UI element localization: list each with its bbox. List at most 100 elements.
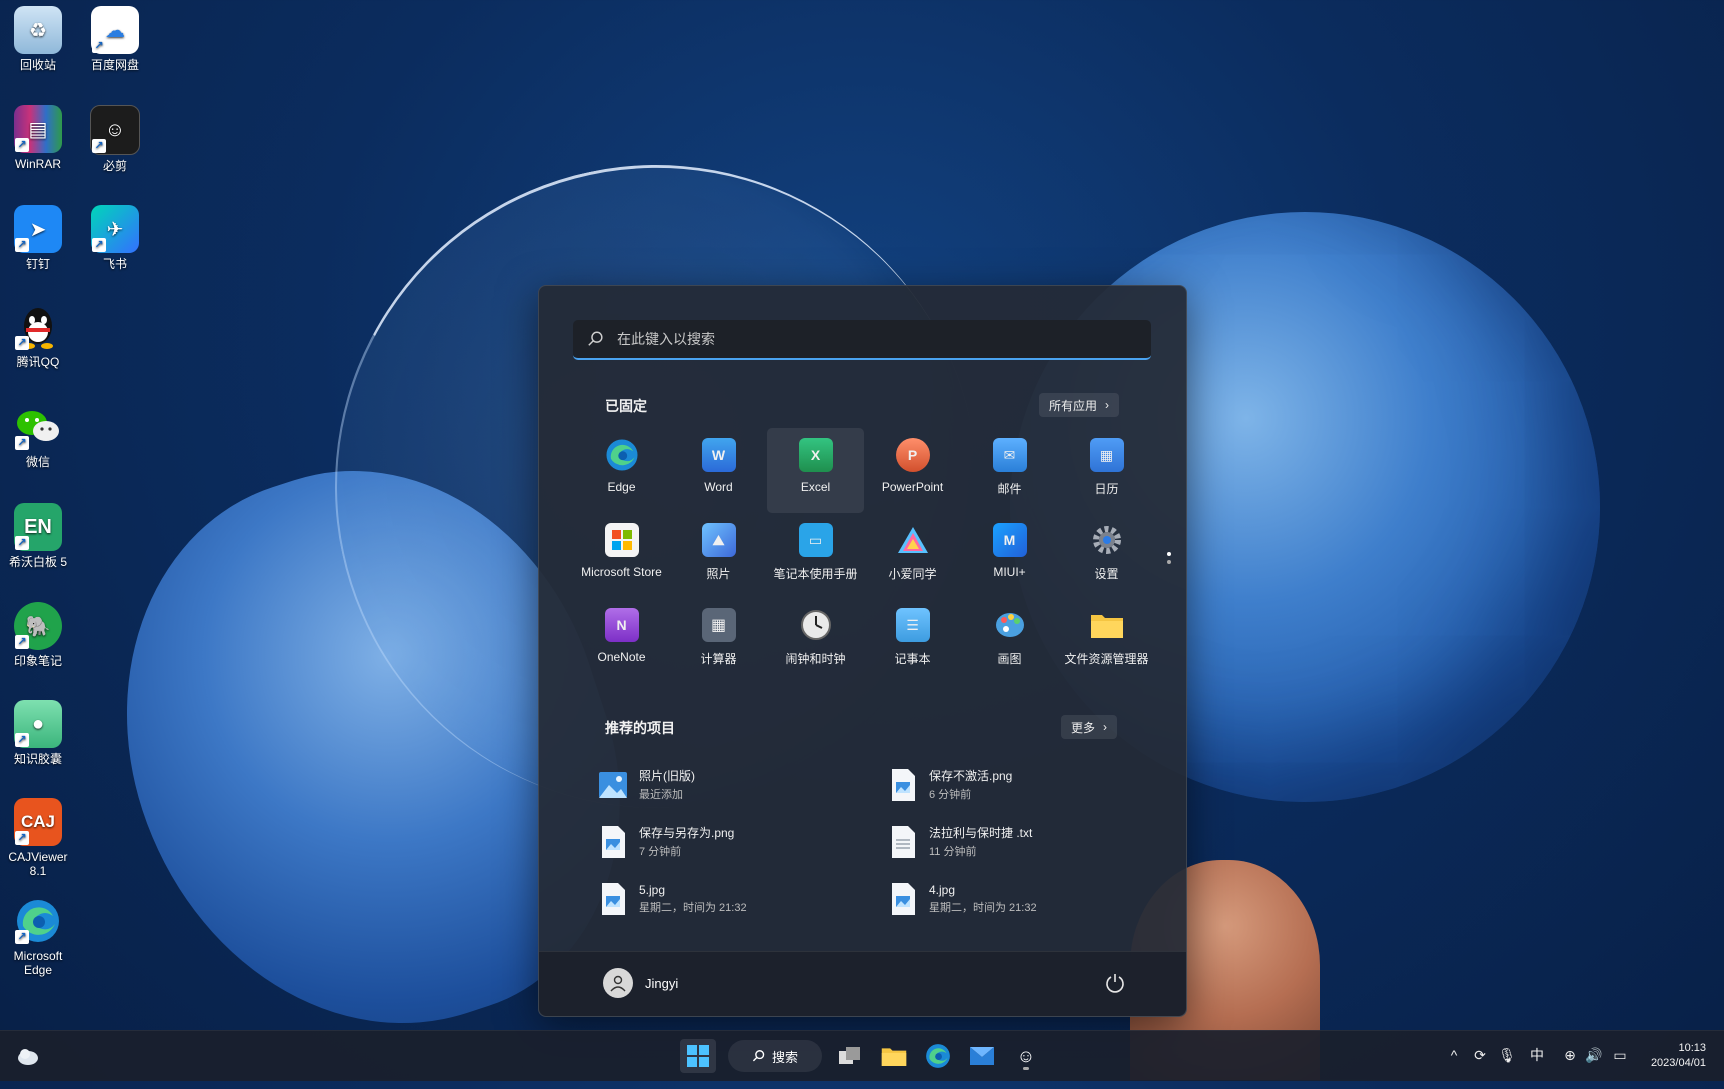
recommended-item-name: 5.jpg xyxy=(639,882,666,897)
pinned-app-miui-plus[interactable]: M MIUI+ xyxy=(961,513,1058,598)
pinned-app-settings[interactable]: 设置 xyxy=(1058,513,1155,598)
desktop-icon-bijian[interactable]: ☺ ↗ 必剪 xyxy=(77,105,153,173)
start-button[interactable] xyxy=(680,1039,716,1073)
recommended-list: 照片(旧版) 最近添加 保存不激活.png 6 分钟前 保存与另存为.png 7 分钟… xyxy=(599,756,1119,927)
battery-icon[interactable]: ▭ xyxy=(1610,1045,1630,1065)
pinned-app-word[interactable]: W Word xyxy=(670,428,767,513)
pinned-app-label: 画图 xyxy=(997,652,1022,666)
pinned-app-label: 小爱同学 xyxy=(888,567,937,581)
taskbar-search-button[interactable]: 搜索 xyxy=(728,1040,822,1072)
desktop-icon-winrar[interactable]: ▤ ↗ WinRAR xyxy=(0,105,76,171)
baidu-netdisk-icon: ☁ ↗ xyxy=(91,6,139,54)
recommended-item[interactable]: 4.jpg 星期二，时间为 21:32 xyxy=(889,870,1119,927)
edge-icon xyxy=(605,438,639,472)
all-apps-button[interactable]: 所有应用 › xyxy=(1039,393,1120,417)
pinned-app-powerpoint[interactable]: P PowerPoint xyxy=(864,428,961,513)
calendar-icon: ▦ xyxy=(1089,438,1124,472)
clock-icon xyxy=(799,608,833,642)
recommended-item-time: 最近添加 xyxy=(639,789,683,801)
pinned-section-title: 已固定 xyxy=(605,398,647,414)
pinned-app-label: 照片 xyxy=(706,567,731,581)
taskbar-file-explorer[interactable] xyxy=(876,1039,912,1073)
page-dot-1[interactable] xyxy=(1167,552,1171,556)
pinned-app-calendar[interactable]: ▦ 日历 xyxy=(1058,428,1155,513)
gear-icon xyxy=(1090,523,1124,557)
calculator-icon: ▦ xyxy=(701,608,736,642)
microphone-icon[interactable]: 🎙 xyxy=(1497,1045,1517,1065)
pinned-app-file-explorer[interactable]: 文件资源管理器 xyxy=(1058,598,1155,683)
photos-icon: ⛰ xyxy=(701,523,736,557)
edge-icon: ↗ xyxy=(14,897,62,945)
pinned-app-clock[interactable]: 闹钟和时钟 xyxy=(767,598,864,683)
task-view-button[interactable] xyxy=(832,1039,868,1073)
show-hidden-icons-chevron-up-icon[interactable]: ^ xyxy=(1444,1045,1464,1065)
recommended-item-time: 11 分钟前 xyxy=(929,846,977,858)
desktop-icon-wechat[interactable]: ↗ 微信 xyxy=(0,403,76,469)
desktop-icon-cajviewer[interactable]: CAJ ↗ CAJViewer 8.1 xyxy=(0,798,76,878)
image-file-icon xyxy=(602,882,625,915)
pinned-app-notepad[interactable]: ☰ 记事本 xyxy=(864,598,961,683)
network-globe-icon[interactable]: ⊕ xyxy=(1560,1045,1580,1065)
start-search-input[interactable] xyxy=(615,330,1119,348)
page-dot-2[interactable] xyxy=(1167,560,1171,564)
power-icon[interactable] xyxy=(1104,972,1126,994)
recommended-item[interactable]: 保存与另存为.png 7 分钟前 xyxy=(599,813,889,870)
desktop-icon-dingtalk[interactable]: ➤ ↗ 钉钉 xyxy=(0,205,76,271)
notepad-icon: ☰ xyxy=(895,608,930,642)
recommended-item-name: 4.jpg xyxy=(929,882,956,897)
taskbar-edge[interactable] xyxy=(920,1039,956,1073)
pinned-app-paint[interactable]: 画图 xyxy=(961,598,1058,683)
desktop-icon-recycle-bin[interactable]: ♻ 回收站 xyxy=(0,6,76,72)
ime-indicator[interactable]: 中 xyxy=(1527,1045,1547,1065)
recommended-item[interactable]: 法拉利与保时捷 .txt 11 分钟前 xyxy=(889,813,1119,870)
task-view-icon xyxy=(839,1047,860,1064)
volume-icon[interactable]: 🔊 xyxy=(1584,1045,1604,1065)
desktop-icon-qq[interactable]: ↗ 腾讯QQ xyxy=(0,303,76,369)
recommended-item[interactable]: 5.jpg 星期二，时间为 21:32 xyxy=(599,870,889,927)
excel-icon: X xyxy=(798,438,833,472)
pinned-app-onenote[interactable]: N OneNote xyxy=(573,598,670,683)
pinned-app-xiaoai[interactable]: 小爱同学 xyxy=(864,513,961,598)
start-search-box[interactable] xyxy=(573,320,1151,360)
recommended-item[interactable]: 保存不激活.png 6 分钟前 xyxy=(889,756,1119,813)
user-account-button[interactable]: Jingyi xyxy=(603,968,678,998)
paint-icon xyxy=(993,608,1027,642)
pinned-app-laptop-manual[interactable]: ▭ 笔记本使用手册 xyxy=(767,513,864,598)
recommended-item-time: 星期二，时间为 21:32 xyxy=(639,901,747,914)
pinned-app-label: MIUI+ xyxy=(993,565,1026,579)
desktop-icon-feishu[interactable]: ✈ ↗ 飞书 xyxy=(77,205,153,271)
weather-widget-button[interactable] xyxy=(10,1039,46,1073)
more-button[interactable]: 更多 › xyxy=(1061,715,1118,739)
image-file-icon xyxy=(602,825,625,858)
pinned-app-edge[interactable]: Edge xyxy=(573,428,670,513)
taskbar-clock[interactable]: 10:13 2023/04/01 xyxy=(1651,1041,1706,1071)
pinned-app-calculator[interactable]: ▦ 计算器 xyxy=(670,598,767,683)
pinned-app-label: Excel xyxy=(800,480,831,494)
desktop-icon-evernote[interactable]: 🐘 ↗ 印象笔记 xyxy=(0,602,76,668)
desktop-icon-seewo[interactable]: EN ↗ 希沃白板 5 xyxy=(0,503,76,569)
taskbar: 搜索 ☺ ^ ⟳ 🎙 中 ⊕ 🔊 ▭ 10:13 2023/04/01 xyxy=(0,1030,1724,1081)
pinned-app-label: OneNote xyxy=(597,650,646,664)
desktop-icon-label: 百度网盘 xyxy=(90,58,139,72)
chevron-right-icon: › xyxy=(1105,398,1110,412)
pinned-app-microsoft-store[interactable]: Microsoft Store xyxy=(573,513,670,598)
pinned-app-mail[interactable]: ✉ 邮件 xyxy=(961,428,1058,513)
taskbar-mail[interactable] xyxy=(964,1039,1000,1073)
pinned-app-label: 笔记本使用手册 xyxy=(773,567,858,581)
windows-logo-icon xyxy=(687,1045,709,1067)
desktop-icon-knowledge-capsule[interactable]: ● ↗ 知识胶囊 xyxy=(0,700,76,766)
taskbar-bijian[interactable]: ☺ xyxy=(1008,1039,1044,1073)
sync-icon[interactable]: ⟳ xyxy=(1470,1045,1490,1065)
recommended-item[interactable]: 照片(旧版) 最近添加 xyxy=(599,756,889,813)
pinned-app-label: 闹钟和时钟 xyxy=(785,652,846,666)
pinned-app-excel[interactable]: X Excel xyxy=(767,428,864,513)
clock-time: 10:13 xyxy=(1678,1042,1706,1054)
pinned-app-photos[interactable]: ⛰ 照片 xyxy=(670,513,767,598)
powerpoint-icon: P xyxy=(895,438,930,472)
photos-legacy-icon xyxy=(599,771,627,798)
word-icon: W xyxy=(701,438,736,472)
desktop-icon-edge[interactable]: ↗ Microsoft Edge xyxy=(0,897,76,977)
desktop-icon-baidu-netdisk[interactable]: ☁ ↗ 百度网盘 xyxy=(77,6,153,72)
laptop-manual-icon: ▭ xyxy=(798,523,833,557)
page-indicator[interactable] xyxy=(1167,548,1171,568)
